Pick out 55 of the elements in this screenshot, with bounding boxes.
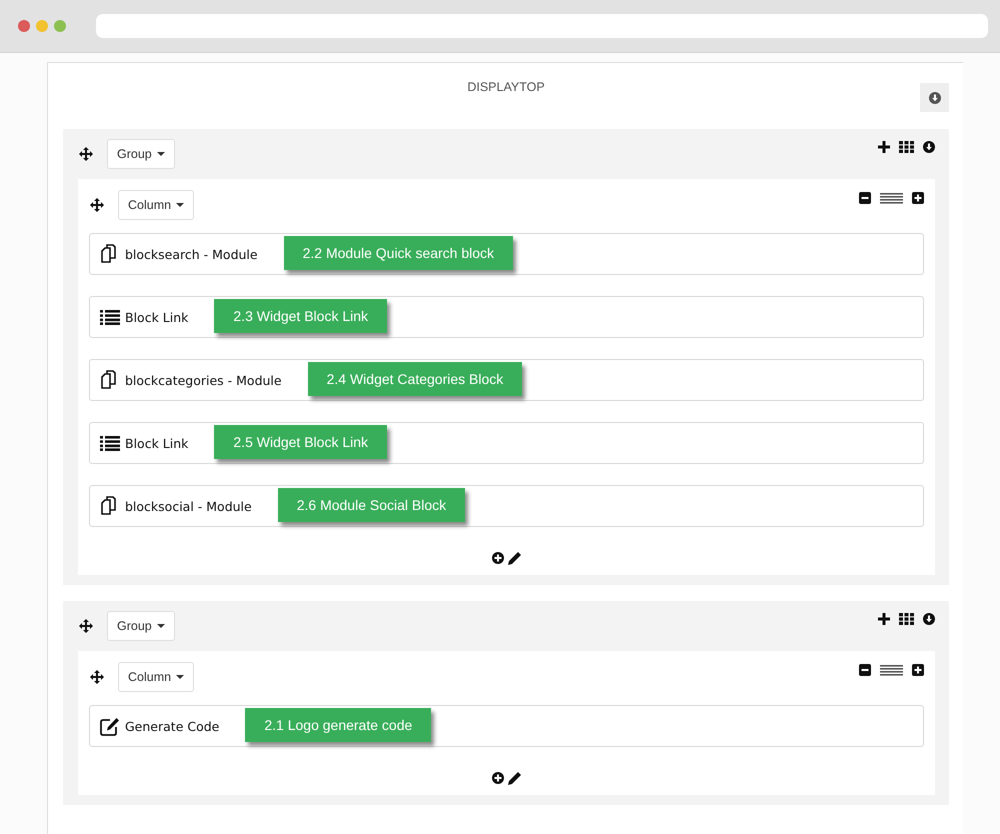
list-icon — [100, 435, 120, 451]
download-icon[interactable] — [923, 141, 935, 153]
maximize-dot[interactable] — [54, 20, 66, 32]
module-label: blockcategories - Module — [125, 372, 282, 388]
move-icon[interactable] — [79, 147, 93, 161]
caret-icon — [176, 675, 184, 679]
callout-label: 2.1 Logo generate code — [245, 708, 432, 742]
column-dropdown[interactable]: Column — [118, 662, 194, 692]
caret-icon — [176, 203, 184, 207]
plus-icon[interactable] — [912, 664, 924, 676]
callout-label: 2.4 Widget Categories Block — [308, 362, 522, 396]
section-title: DISPLAYTOP — [466, 79, 546, 94]
move-icon[interactable] — [90, 198, 104, 212]
lines-icon[interactable] — [880, 192, 903, 204]
download-icon[interactable] — [923, 613, 935, 625]
module-row[interactable]: Generate Code 2.1 Logo generate code — [89, 705, 924, 747]
add-icon[interactable] — [492, 772, 504, 784]
minimize-dot[interactable] — [36, 20, 48, 32]
grid-icon[interactable] — [899, 141, 914, 153]
module-row[interactable]: blocksocial - Module 2.6 Module Social Block — [89, 485, 924, 527]
module-label: Block Link — [125, 310, 188, 324]
callout-label: 2.3 Widget Block Link — [214, 299, 388, 333]
close-dot[interactable] — [18, 20, 30, 32]
module-row[interactable]: blocksearch - Module 2.2 Module Quick search block — [89, 233, 924, 275]
group-dropdown[interactable]: Group — [107, 139, 175, 169]
list-icon — [100, 309, 120, 325]
module-row[interactable]: blockcategories - Module 2.4 Widget Categories Block — [89, 359, 924, 401]
callout-label: 2.2 Module Quick search block — [284, 236, 514, 270]
module-row[interactable]: Block Link 2.3 Widget Block Link — [89, 296, 924, 338]
plus-icon[interactable] — [912, 192, 924, 204]
callout-label: 2.6 Module Social Block — [278, 488, 466, 522]
pencil-icon[interactable] — [508, 552, 521, 565]
download-icon — [928, 92, 940, 104]
move-icon[interactable] — [90, 670, 104, 684]
callout-label: 2.5 Widget Block Link — [214, 425, 388, 459]
minus-icon[interactable] — [859, 192, 871, 204]
edit-icon — [100, 716, 120, 736]
plus-icon[interactable] — [878, 613, 890, 625]
move-icon[interactable] — [79, 619, 93, 633]
lines-icon[interactable] — [880, 664, 903, 676]
pencil-icon[interactable] — [508, 772, 521, 785]
module-label: blocksocial - Module — [125, 498, 252, 514]
module-label: Generate Code — [125, 718, 220, 734]
group-dropdown[interactable]: Group — [107, 611, 175, 641]
caret-icon — [156, 624, 165, 628]
module-label: blocksearch - Module — [125, 246, 258, 262]
collapse-button[interactable] — [920, 83, 949, 112]
grid-icon[interactable] — [899, 613, 914, 625]
add-icon[interactable] — [492, 552, 504, 564]
plus-icon[interactable] — [878, 141, 890, 153]
module-label: Block Link — [125, 436, 188, 450]
module-row[interactable]: Block Link 2.5 Widget Block Link — [89, 422, 924, 464]
minus-icon[interactable] — [859, 664, 871, 676]
column-dropdown[interactable]: Column — [118, 190, 194, 220]
caret-icon — [156, 152, 165, 156]
